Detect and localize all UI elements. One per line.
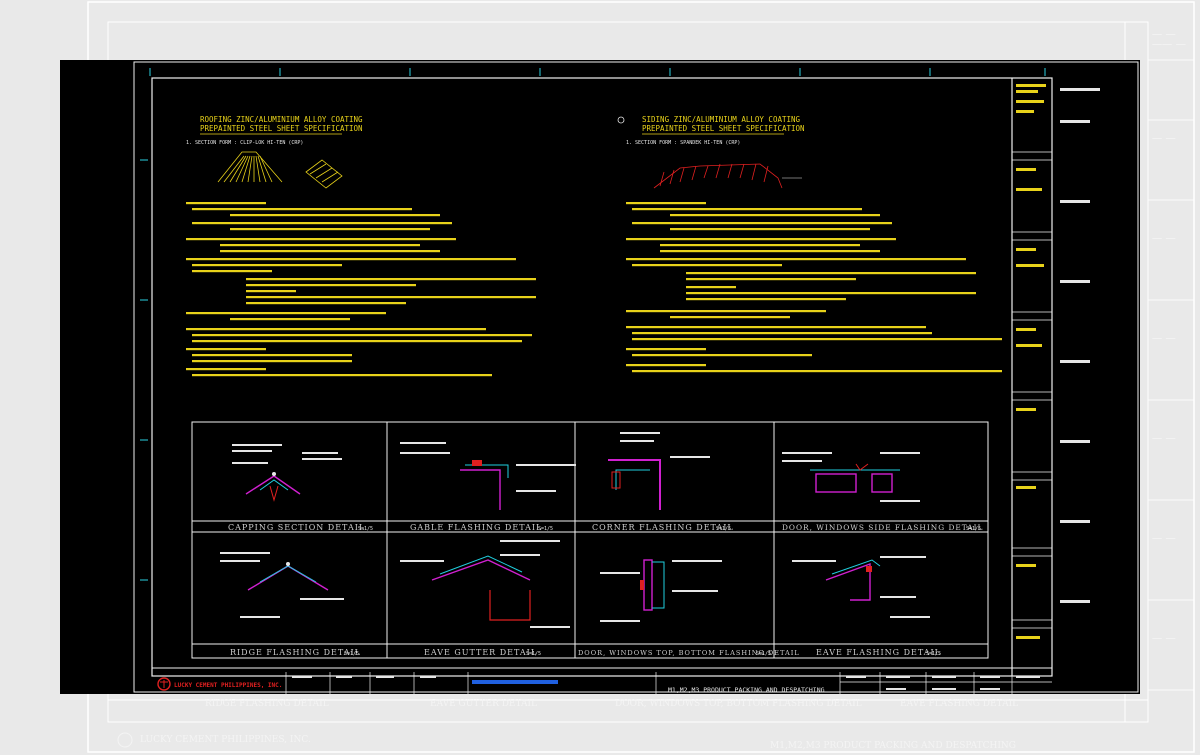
caption-ridge: RIDGE FLASHING DETAIL (230, 648, 361, 657)
eave-flashing-drawing (792, 556, 930, 618)
bottom-title-block: LUCKY CEMENT PHILIPPINES, INC. M1,M2,M3 … (157, 672, 1052, 694)
svg-text:S=1/5: S=1/5 (716, 526, 731, 532)
gable-flashing-drawing (400, 442, 576, 510)
detail-grid (191, 421, 989, 659)
ridge-flashing-drawing (220, 552, 344, 618)
svg-text:⸺ ⸺: ⸺ ⸺ (1152, 335, 1176, 342)
right-spec-block: SIDING ZINC/ALUMINIUM ALLOY COATING PREP… (617, 115, 1002, 373)
right-spec-title-2: PREPAINTED STEEL SHEET SPECIFICATION (642, 124, 805, 133)
corner-flashing-drawing (608, 432, 710, 510)
svg-text:EAVE FLASHING DETAIL: EAVE FLASHING DETAIL (900, 699, 1018, 709)
svg-text:DOOR, WINDOWS TOP, BOTTOM FLAS: DOOR, WINDOWS TOP, BOTTOM FLASHING DETAI… (615, 699, 862, 709)
title-block-column (1012, 84, 1100, 639)
bullet-icon (617, 116, 625, 124)
svg-text:⸺ ⸺: ⸺ ⸺ (1152, 435, 1176, 442)
caption-eave-flashing: EAVE FLASHING DETAIL (816, 648, 941, 657)
caption-door-window-side: DOOR, WINDOWS SIDE FLASHING DETAIL (782, 523, 983, 532)
drawing-canvas: ROOFING ZINC/ALUMINIUM ALLOY COATING PRE… (133, 61, 1139, 694)
caption-capping: CAPPING SECTION DETAIL (228, 523, 365, 532)
svg-text:LUCKY CEMENT PHILIPPINES, INC.: LUCKY CEMENT PHILIPPINES, INC. (140, 735, 311, 745)
right-spec-title-1: SIDING ZINC/ALUMINIUM ALLOY COATING (642, 115, 801, 124)
spandek-profile-drawing (653, 163, 783, 189)
svg-text:RIDGE FLASHING DETAIL: RIDGE FLASHING DETAIL (205, 699, 329, 709)
svg-text:⸺ ⸺: ⸺ ⸺ (1152, 135, 1176, 142)
svg-text:S=1/5: S=1/5 (344, 651, 359, 657)
left-spec-title-1: ROOFING ZINC/ALUMINIUM ALLOY COATING (200, 115, 363, 124)
svg-text:M1,M2,M3 PRODUCT PACKING AND D: M1,M2,M3 PRODUCT PACKING AND DESPATCHING (770, 741, 1016, 751)
eave-gutter-drawing (400, 540, 570, 628)
svg-text:⸺ ⸺: ⸺ ⸺ (1152, 535, 1176, 542)
captions-row-2: RIDGE FLASHING DETAIL S=1/5 EAVE GUTTER … (230, 648, 941, 657)
svg-text:S=1/5: S=1/5 (538, 526, 553, 532)
company-name: LUCKY CEMENT PHILIPPINES, INC. (174, 682, 282, 689)
svg-text:⸺ ⸺: ⸺ ⸺ (1152, 235, 1176, 242)
door-window-side-drawing (782, 452, 920, 502)
caption-eave-gutter: EAVE GUTTER DETAIL (424, 648, 537, 657)
right-section-form: 1. SECTION FORM : SPANDEK HI-TEN (CRP) (626, 140, 740, 146)
svg-text:⸺⸺ ⸺: ⸺⸺ ⸺ (1152, 41, 1186, 48)
left-spec-block: ROOFING ZINC/ALUMINIUM ALLOY COATING PRE… (186, 115, 536, 377)
svg-text:⸺ ⸺: ⸺ ⸺ (1152, 635, 1176, 642)
right-spec-paragraphs (626, 202, 1002, 373)
svg-text:S=1/5: S=1/5 (926, 651, 941, 657)
cad-drawing-sheet: ROOFING ZINC/ALUMINIUM ALLOY COATING PRE… (60, 60, 1140, 694)
left-spec-paragraphs (186, 202, 536, 377)
svg-text:⸺ ⸺: ⸺ ⸺ (1152, 31, 1176, 38)
caption-gable: GABLE FLASHING DETAIL (410, 523, 542, 532)
captions-row-1: CAPPING SECTION DETAIL S=1/5 GABLE FLASH… (228, 523, 983, 532)
drawing-title: M1,M2,M3 PRODUCT PACKING AND DESPATCHING (668, 686, 825, 694)
svg-text:S=1/5: S=1/5 (756, 651, 771, 657)
capping-section-drawing (232, 444, 342, 502)
svg-text:S=1/5: S=1/5 (358, 526, 373, 532)
svg-text:S=1/5: S=1/5 (526, 651, 541, 657)
svg-text:EAVE GUTTER DETAIL: EAVE GUTTER DETAIL (430, 699, 537, 709)
door-window-top-bottom-drawing (600, 559, 722, 622)
left-section-form: 1. SECTION FORM : CLIP-LOK HI-TEN (CRP) (186, 140, 303, 146)
cliplok-profile-drawing (217, 151, 343, 189)
caption-corner: CORNER FLASHING DETAIL (592, 523, 734, 532)
left-spec-title-2: PREPAINTED STEEL SHEET SPECIFICATION (200, 124, 363, 133)
svg-text:S=1/5: S=1/5 (966, 526, 981, 532)
